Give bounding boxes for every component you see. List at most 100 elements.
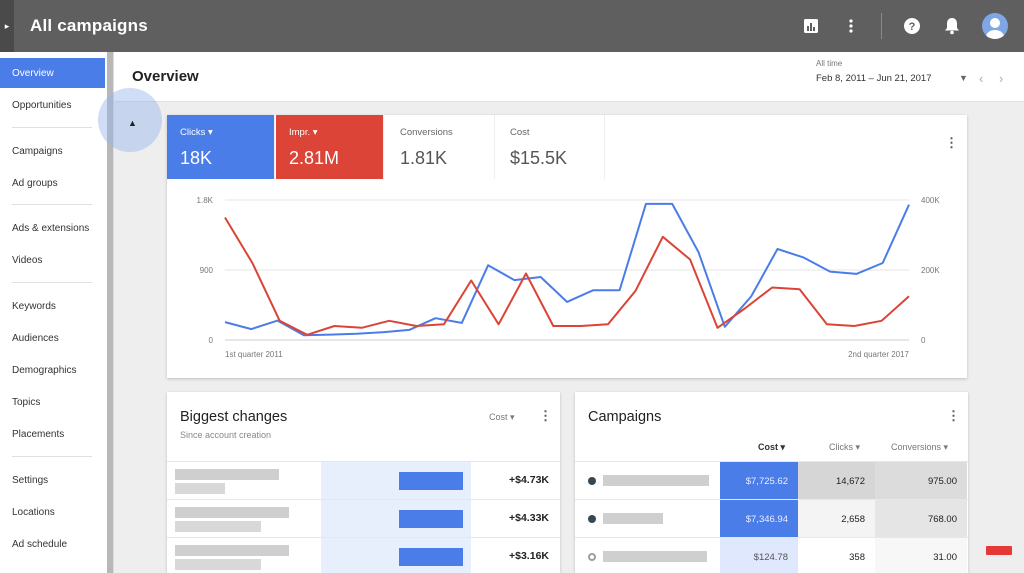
more-vert-icon[interactable] <box>841 16 861 36</box>
cell-conversions: 768.00 <box>875 500 967 538</box>
placeholder-text <box>175 483 225 494</box>
topbar-actions: ? <box>801 0 1008 52</box>
cell-cost: $7,725.62 <box>720 462 798 500</box>
cell-clicks: 14,672 <box>798 462 875 500</box>
chevron-right-icon[interactable]: ▸ <box>0 0 14 52</box>
date-range-picker[interactable]: Feb 8, 2011 – Jun 21, 2017 <box>816 73 932 84</box>
sidebar-item-topics[interactable]: Topics <box>0 387 105 417</box>
sidebar-item-videos[interactable]: Videos <box>0 245 105 275</box>
change-bar <box>399 510 463 528</box>
page-title: Overview <box>132 68 199 85</box>
metric-conversions-label: Conversions <box>400 127 453 138</box>
sidebar-divider <box>12 282 92 283</box>
status-dot-icon <box>588 477 596 485</box>
more-vert-icon[interactable]: ⋮ <box>945 135 958 151</box>
table-row[interactable]: $124.78 358 31.00 <box>575 537 968 573</box>
notifications-icon[interactable] <box>942 16 962 36</box>
chevron-left-icon[interactable]: ‹ <box>979 71 983 86</box>
placeholder-text <box>175 521 261 532</box>
sidebar-item-audiences[interactable]: Audiences <box>0 323 105 353</box>
caret-down-icon[interactable]: ▼ <box>959 73 968 83</box>
line-chart: 1.8K 900 0 400K 200K 0 1st quarter 2011 2nd qua… <box>197 196 941 359</box>
table-row[interactable]: $7,346.94 2,658 768.00 <box>575 499 968 538</box>
metric-conversions-value: 1.81K <box>400 148 448 168</box>
table-row[interactable]: +$3.16K <box>167 537 560 573</box>
change-value: +$4.73K <box>509 474 549 486</box>
more-vert-icon[interactable]: ⋮ <box>539 408 552 424</box>
date-range-label: All time <box>816 59 843 68</box>
metric-clicks[interactable]: Clicks ▾ 18K <box>167 115 275 179</box>
cell-cost: $124.78 <box>720 538 798 573</box>
sidebar-item-placements[interactable]: Placements <box>0 419 105 449</box>
cell-cost: $7,346.94 <box>720 500 798 538</box>
sidebar-item-keywords[interactable]: Keywords <box>0 291 105 321</box>
y-right-tick-label: 200K <box>921 266 940 275</box>
change-value: +$4.33K <box>509 512 549 524</box>
sidebar-divider <box>12 456 92 457</box>
column-header-clicks[interactable]: Clicks ▾ <box>829 442 860 453</box>
sidebar-item-settings[interactable]: Settings <box>0 465 105 495</box>
x-tick-label: 1st quarter 2011 <box>225 350 283 359</box>
y-left-tick-label: 900 <box>200 266 214 275</box>
more-vert-icon[interactable]: ⋮ <box>947 408 960 424</box>
sidebar-item-overview[interactable]: Overview <box>0 58 105 88</box>
metric-impressions[interactable]: Impr. ▾ 2.81M <box>276 115 384 179</box>
column-header-conversions[interactable]: Conversions ▾ <box>891 442 948 453</box>
page-header: Overview All time Feb 8, 2011 – Jun 21, … <box>114 52 1024 102</box>
campaigns-card: Campaigns ⋮ Cost ▾ Clicks ▾ Conversions … <box>575 392 968 573</box>
page-title-bar: All campaigns <box>30 16 148 35</box>
table-row[interactable]: $7,725.62 14,672 975.00 <box>575 461 968 500</box>
sidebar-item-opportunities[interactable]: Opportunities <box>0 90 105 120</box>
metric-impressions-label: Impr. ▾ <box>289 127 318 138</box>
metric-clicks-label: Clicks ▾ <box>180 127 213 138</box>
x-tick-label: 2nd quarter 2017 <box>848 350 909 359</box>
status-dot-icon <box>588 553 596 561</box>
placeholder-text <box>175 559 261 570</box>
help-icon[interactable]: ? <box>902 16 922 36</box>
placeholder-text <box>603 551 707 562</box>
metric-cost-label: Cost <box>510 127 530 138</box>
biggest-changes-subtitle: Since account creation <box>180 430 272 440</box>
metric-impressions-value: 2.81M <box>289 148 340 168</box>
sidebar-item-campaigns[interactable]: Campaigns <box>0 136 105 166</box>
reports-icon[interactable] <box>801 16 821 36</box>
y-left-tick-label: 0 <box>209 336 214 345</box>
toolbar-divider <box>881 13 882 39</box>
y-left-tick-label: 1.8K <box>197 196 214 205</box>
sidebar-item-locations[interactable]: Locations <box>0 497 105 527</box>
cell-conversions: 31.00 <box>875 538 967 573</box>
change-bar <box>399 472 463 490</box>
sidebar-divider <box>12 204 92 205</box>
column-header-cost[interactable]: Cost ▾ <box>758 442 785 453</box>
placeholder-text <box>175 545 289 556</box>
placeholder-text <box>603 475 709 486</box>
sidebar-item-ad-schedule[interactable]: Ad schedule <box>0 529 105 559</box>
chevron-right-icon[interactable]: › <box>999 71 1003 86</box>
y-right-tick-label: 0 <box>921 336 926 345</box>
avatar[interactable] <box>982 13 1008 39</box>
metric-cost-value: $15.5K <box>510 148 568 168</box>
cell-clicks: 358 <box>798 538 875 573</box>
placeholder-text <box>603 513 663 524</box>
biggest-changes-title: Biggest changes <box>180 409 288 425</box>
sidebar-item-demographics[interactable]: Demographics <box>0 355 105 385</box>
table-row[interactable]: +$4.73K <box>167 461 560 500</box>
y-right-tick-label: 400K <box>921 196 940 205</box>
video-badge <box>986 546 1012 555</box>
sort-dropdown[interactable]: Cost ▾ <box>489 412 515 423</box>
biggest-changes-card: Biggest changes Since account creation C… <box>167 392 560 573</box>
placeholder-text <box>175 469 279 480</box>
metric-cost[interactable]: Cost $15.5K <box>497 115 605 179</box>
sidebar-divider <box>12 127 92 128</box>
sidebar-item-ads-extensions[interactable]: Ads & extensions <box>0 213 105 243</box>
campaigns-title: Campaigns <box>588 409 662 425</box>
metric-clicks-value: 18K <box>180 148 213 168</box>
top-bar: ▸ All campaigns ? <box>0 0 1024 52</box>
sidebar-item-ad-groups[interactable]: Ad groups <box>0 168 105 198</box>
table-row[interactable]: +$4.33K <box>167 499 560 538</box>
cell-clicks: 2,658 <box>798 500 875 538</box>
change-bar <box>399 548 463 566</box>
series-line-impr <box>224 216 910 336</box>
metric-conversions[interactable]: Conversions 1.81K <box>387 115 495 179</box>
change-value: +$3.16K <box>509 550 549 562</box>
